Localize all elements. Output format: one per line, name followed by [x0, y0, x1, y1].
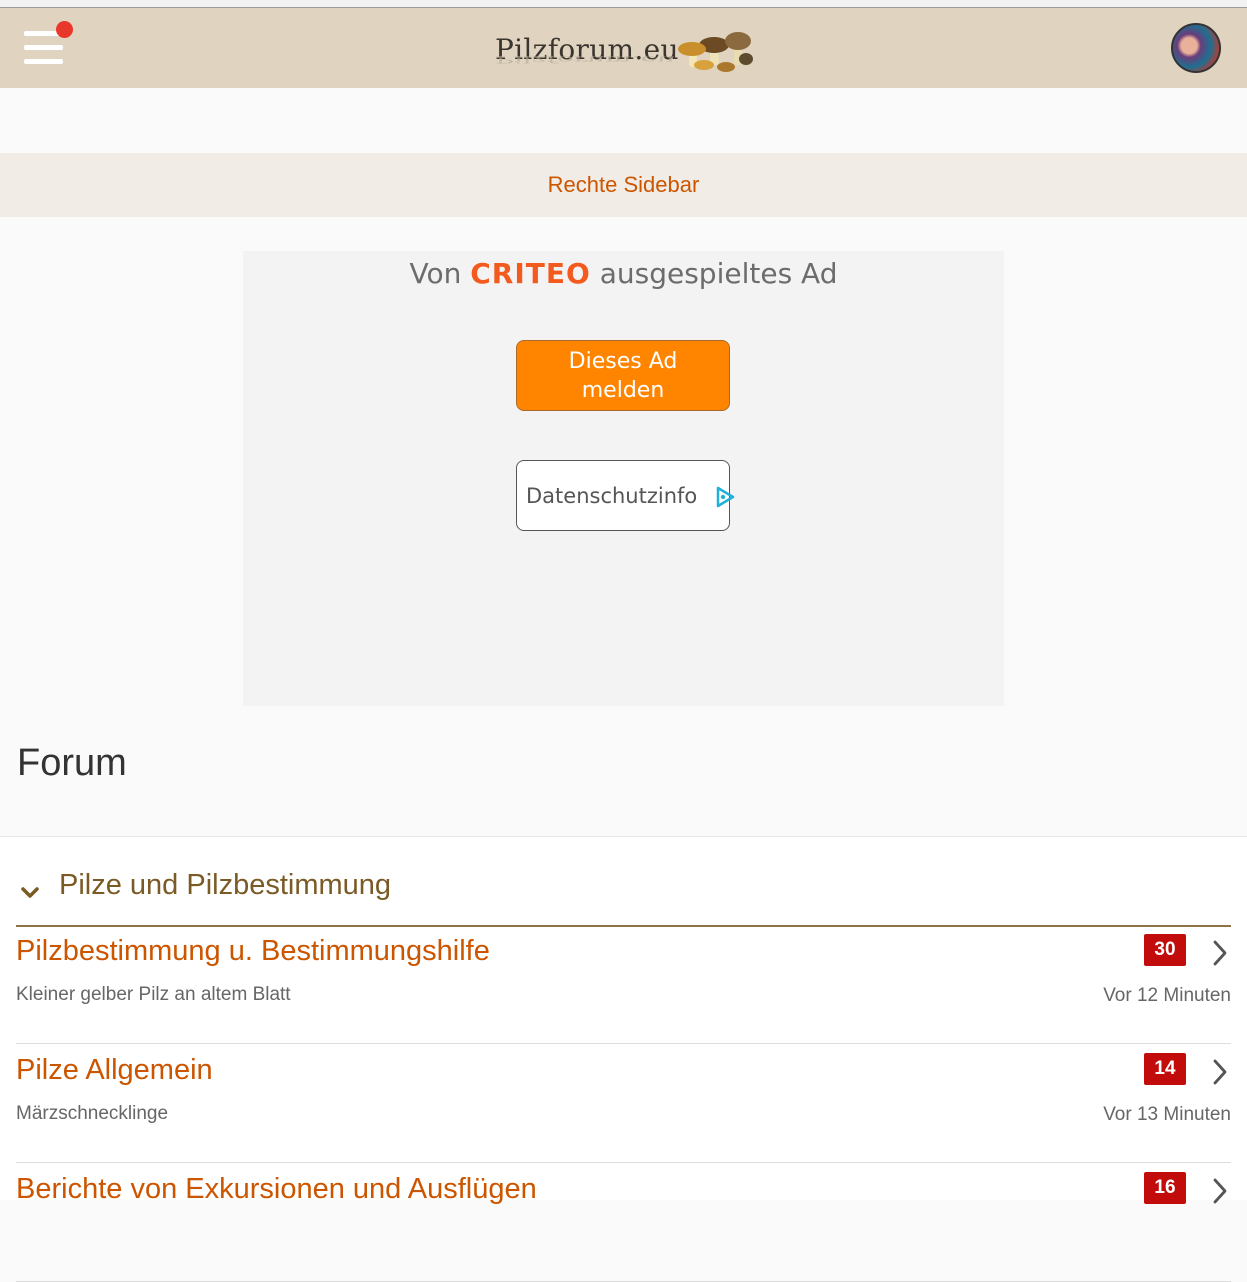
- report-ad-label-line1: Dieses Ad: [568, 349, 678, 374]
- logo-reflection: Pilzforum.eu: [495, 53, 676, 65]
- last-thread-title[interactable]: Märzschnecklinge: [16, 1103, 168, 1125]
- privacy-info-label: Datenschutzinfo: [526, 484, 698, 508]
- site-header: Pilzforum.eu Pilzforum.eu: [0, 8, 1247, 88]
- user-avatar[interactable]: [1171, 23, 1221, 73]
- notification-dot: [56, 21, 73, 38]
- new-posts-badge: 30: [1144, 934, 1186, 966]
- adchoices-icon: [716, 486, 735, 508]
- ad-suffix: ausgespieltes Ad: [599, 257, 838, 290]
- last-thread-title[interactable]: Kleiner gelber Pilz an altem Blatt: [16, 984, 291, 1006]
- report-ad-button[interactable]: Dieses Ad melden: [516, 340, 730, 411]
- board-row[interactable]: Pilze Allgemein 14 Märzschnecklinge Vor …: [16, 1044, 1231, 1163]
- last-post-time: Vor 13 Minuten: [1103, 1104, 1231, 1125]
- board-title: Pilze Allgemein: [16, 1054, 213, 1086]
- chevron-right-icon: [1213, 1059, 1227, 1085]
- right-sidebar-toggle[interactable]: Rechte Sidebar: [0, 153, 1247, 217]
- site-logo[interactable]: Pilzforum.eu Pilzforum.eu: [493, 23, 755, 79]
- status-strip: [0, 0, 1247, 8]
- board-row[interactable]: Pilzbestimmung u. Bestimmungshilfe 30 Kl…: [16, 925, 1231, 1044]
- menu-button[interactable]: [22, 21, 73, 68]
- report-ad-label-line2: melden: [581, 378, 665, 403]
- privacy-info-button[interactable]: Datenschutzinfo: [516, 460, 735, 531]
- chevron-down-icon: [21, 887, 39, 898]
- new-posts-badge: 14: [1144, 1053, 1186, 1085]
- criteo-logo: CRITEO: [470, 257, 591, 290]
- ad-attribution: Von CRITEO ausgespieltes Ad: [243, 257, 1004, 290]
- new-posts-badge: 16: [1144, 1172, 1186, 1204]
- category-header[interactable]: Pilze und Pilzbestimmung: [16, 869, 1231, 927]
- page-title: Forum: [17, 742, 127, 784]
- chevron-right-icon: [1213, 1178, 1227, 1204]
- ad-banner: Von CRITEO ausgespieltes Ad Dieses Ad me…: [243, 251, 1004, 706]
- ad-spacer: [0, 88, 1247, 153]
- board-title: Berichte von Exkursionen und Ausflügen: [16, 1173, 537, 1205]
- category-title: Pilze und Pilzbestimmung: [59, 869, 392, 901]
- last-post-time: Vor 12 Minuten: [1103, 985, 1231, 1006]
- ad-prefix: Von: [409, 257, 462, 290]
- mushroom-icon: [678, 32, 753, 72]
- forum-category: Pilze und Pilzbestimmung Pilzbestimmung …: [0, 837, 1247, 1282]
- chevron-right-icon: [1213, 940, 1227, 966]
- board-title: Pilzbestimmung u. Bestimmungshilfe: [16, 935, 490, 967]
- board-row[interactable]: Berichte von Exkursionen und Ausflügen 1…: [16, 1163, 1231, 1282]
